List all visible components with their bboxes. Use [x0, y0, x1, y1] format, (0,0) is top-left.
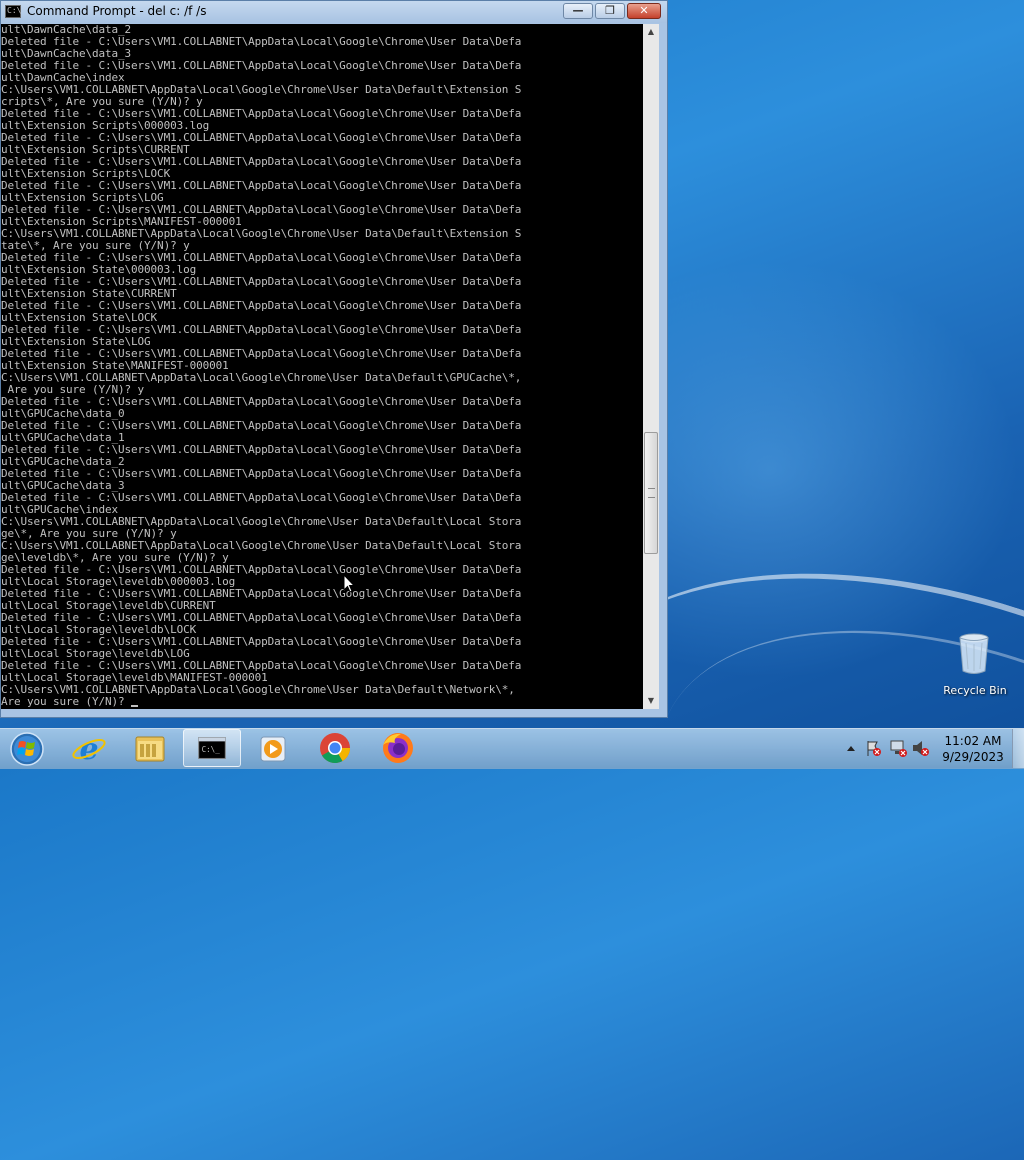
maximize-icon: ❐	[605, 4, 615, 17]
taskbar-command-prompt[interactable]: C:\_	[183, 729, 241, 767]
recycle-bin[interactable]: Recycle Bin	[940, 630, 1010, 702]
maximize-button[interactable]: ❐	[595, 3, 625, 19]
recycle-bin-icon	[959, 633, 989, 674]
scroll-up-arrow-icon[interactable]: ▲	[643, 24, 659, 40]
scroll-down-arrow-icon[interactable]: ▼	[643, 693, 659, 709]
svg-text:e: e	[79, 732, 98, 767]
scrollbar-thumb[interactable]	[644, 432, 658, 554]
mouse-pointer-icon	[343, 574, 355, 593]
media-player-icon	[260, 736, 286, 762]
minimize-button[interactable]: —	[563, 3, 593, 19]
close-button[interactable]: ✕	[627, 3, 661, 19]
clock-time: 11:02 AM	[944, 734, 1002, 748]
console-output[interactable]: ult\DawnCache\data_2 Deleted file - C:\Us…	[1, 24, 643, 709]
internet-explorer-icon: e	[72, 732, 106, 767]
text-cursor	[131, 705, 139, 707]
taskbar-chrome[interactable]	[306, 729, 364, 767]
title-bar[interactable]: C:\ Command Prompt - del c: /f /s — ❐ ✕	[1, 1, 667, 23]
taskbar-clock[interactable]: 11:02 AM 9/29/2023	[938, 733, 1008, 765]
taskbar-media-player[interactable]	[244, 729, 302, 767]
show-desktop-button[interactable]	[1012, 729, 1024, 768]
taskbar-internet-explorer[interactable]: e	[60, 729, 118, 767]
firefox-icon	[383, 733, 413, 763]
file-explorer-icon	[135, 736, 165, 762]
cmd-window-icon[interactable]: C:\	[5, 5, 21, 18]
minimize-icon: —	[572, 4, 584, 17]
close-icon: ✕	[639, 4, 649, 17]
volume-muted-icon	[913, 741, 929, 756]
taskbar-file-explorer[interactable]	[121, 729, 179, 767]
clock-date: 9/29/2023	[942, 750, 1004, 764]
console-line: Are you sure (Y/N)?	[1, 696, 643, 708]
window-title: Command Prompt - del c: /f /s	[27, 4, 207, 18]
scrollbar-grip-icon	[648, 488, 655, 498]
recycle-bin-label: Recycle Bin	[943, 684, 1007, 697]
svg-text:C:\_: C:\_	[202, 745, 221, 754]
action-center-flag-icon	[867, 741, 881, 756]
network-icon	[890, 740, 907, 757]
command-prompt-icon: C:\_	[198, 737, 226, 759]
command-prompt-window[interactable]: C:\ Command Prompt - del c: /f /s — ❐ ✕ …	[0, 0, 668, 718]
taskbar-firefox[interactable]	[369, 729, 427, 767]
show-hidden-icons-icon	[847, 746, 855, 751]
start-button[interactable]	[5, 730, 49, 768]
chrome-icon	[320, 733, 350, 764]
vertical-scrollbar[interactable]: ▲ ▼	[643, 24, 659, 709]
system-tray	[847, 740, 929, 757]
